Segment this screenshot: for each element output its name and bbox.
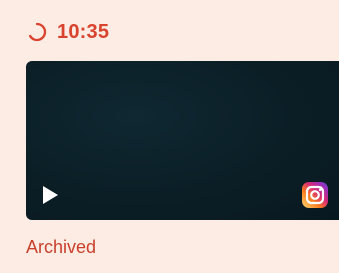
play-icon[interactable] — [39, 184, 61, 206]
time-label: 10:35 — [57, 20, 110, 43]
status-label: Archived — [26, 237, 97, 257]
video-thumbnail[interactable] — [26, 61, 339, 220]
instagram-icon — [301, 181, 329, 209]
card-header: 10:35 — [27, 18, 109, 46]
loading-circle-icon — [27, 22, 47, 42]
media-card: 10:35 Archived — [0, 0, 339, 273]
